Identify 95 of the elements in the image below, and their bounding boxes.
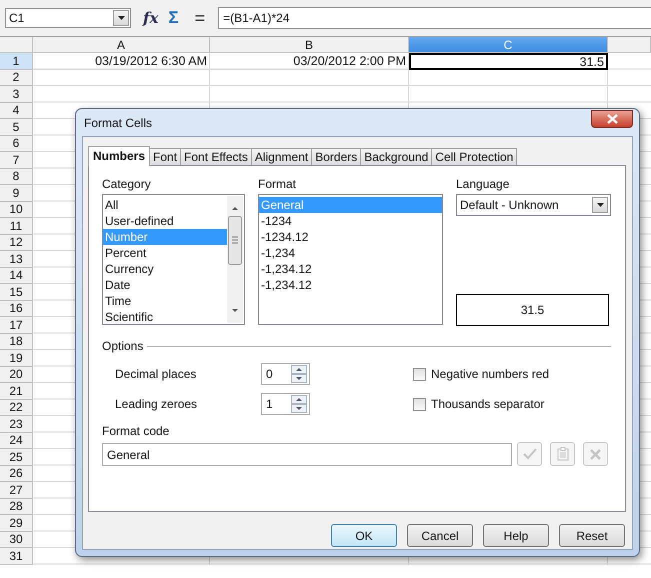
list-item[interactable]: -1,234.12 (259, 277, 442, 293)
dialog-button[interactable]: Reset (559, 524, 625, 547)
list-item[interactable]: Percent (103, 245, 227, 261)
scrollbar[interactable] (227, 196, 243, 323)
row-header[interactable]: 2 (0, 70, 33, 86)
table-cell: 03/19/2012 6:30 AM (33, 53, 210, 70)
check-icon (522, 448, 536, 460)
field-label: Decimal places (115, 367, 198, 381)
checkbox-label: Thousands separator (431, 397, 544, 411)
row-header[interactable]: 3 (0, 86, 33, 102)
row-header[interactable]: 9 (0, 185, 33, 202)
row-header[interactable]: 14 (0, 268, 33, 284)
tab[interactable]: Font (149, 148, 182, 165)
dropdown-button[interactable] (592, 197, 608, 213)
spin-arrows-icon[interactable] (291, 365, 307, 383)
row-header[interactable]: 7 (0, 152, 33, 168)
column-header[interactable]: B (210, 37, 409, 53)
formula-input[interactable]: =(B1-A1)*24 (218, 7, 651, 29)
clipboard-icon (556, 447, 568, 461)
row-header[interactable]: 10 (0, 202, 33, 218)
row-header[interactable]: 21 (0, 383, 33, 400)
row-header[interactable]: 25 (0, 449, 33, 466)
list-item[interactable]: Time (103, 293, 227, 309)
row-header[interactable]: 15 (0, 284, 33, 300)
dialog-button[interactable]: Help (483, 524, 549, 547)
list-item[interactable]: -1234 (259, 213, 442, 229)
function-wizard-button[interactable]: fx (143, 8, 158, 28)
caret-icon (596, 203, 604, 207)
list-item[interactable]: User-defined (103, 213, 227, 229)
row-header[interactable]: 11 (0, 218, 33, 234)
row-header[interactable]: 6 (0, 136, 33, 152)
row-header[interactable]: 18 (0, 334, 33, 350)
close-button[interactable] (591, 110, 633, 128)
row-header[interactable]: 5 (0, 119, 33, 136)
field-label: Format code (102, 423, 170, 440)
row-header[interactable]: 1 (0, 53, 33, 70)
formula-button[interactable]: = (194, 8, 206, 28)
row-header[interactable]: 29 (0, 515, 33, 532)
row-header[interactable]: 28 (0, 498, 33, 515)
spin-arrows-icon[interactable] (291, 395, 307, 413)
list-box[interactable]: General -1234 -1234.12 -1,234 -1,234.12 -1,234.12 (258, 194, 443, 325)
tab[interactable]: Font Effects (180, 148, 252, 165)
row-header[interactable]: 20 (0, 366, 33, 383)
row-header[interactable]: 31 (0, 548, 33, 564)
list-item[interactable]: Scientific (103, 309, 227, 325)
checkbox[interactable] (413, 398, 426, 410)
field-label: Language (456, 176, 510, 193)
table-cell: 03/20/2012 2:00 PM (210, 53, 409, 70)
row-header[interactable]: 19 (0, 350, 33, 366)
checkbox-label: Negative numbers red (431, 367, 550, 381)
checkbox[interactable] (413, 368, 426, 380)
row-header[interactable]: 27 (0, 482, 33, 498)
row-header[interactable]: 16 (0, 300, 33, 317)
dialog-button[interactable]: OK (331, 524, 397, 547)
list-item[interactable]: -1,234 (259, 245, 442, 261)
list-item[interactable]: -1,234.12 (259, 261, 442, 277)
row-header[interactable]: 30 (0, 532, 33, 548)
row-header[interactable]: 13 (0, 251, 33, 268)
tab[interactable]: Alignment (250, 148, 312, 165)
caret-icon (118, 16, 124, 20)
row-header[interactable]: 23 (0, 416, 33, 432)
tab[interactable]: Cell Protection (431, 148, 518, 165)
field-label: Format (258, 176, 298, 193)
section-label: Options (102, 339, 144, 353)
list-box[interactable]: All User-defined Number Percent Currency Date Time Scientific (102, 194, 245, 325)
list-item[interactable]: All (103, 197, 227, 213)
row-header[interactable]: 22 (0, 400, 33, 416)
dialog-button[interactable]: Cancel (407, 524, 473, 547)
format-code-field[interactable]: General (102, 442, 512, 466)
list-item[interactable]: -1234.12 (259, 229, 442, 245)
delete-icon (590, 448, 601, 460)
row-header[interactable]: 17 (0, 317, 33, 334)
active-cell: 31.5 (409, 53, 608, 70)
list-item[interactable]: Currency (103, 261, 227, 277)
row-header[interactable]: 12 (0, 234, 33, 251)
spin-field[interactable]: 0 (261, 363, 310, 385)
spin-field[interactable]: 1 (261, 393, 310, 415)
window-title: Format Cells (83, 116, 152, 130)
row-header[interactable]: 24 (0, 432, 33, 449)
row-header[interactable]: 8 (0, 168, 33, 185)
tab[interactable]: Numbers (88, 146, 150, 166)
column-header[interactable]: A (33, 37, 210, 53)
language-dropdown[interactable]: Default - Unknown (456, 194, 611, 216)
field-label: Category (102, 176, 152, 193)
list-item[interactable]: Date (103, 277, 227, 293)
close-icon (606, 114, 618, 124)
field-label: Leading zeroes (115, 397, 198, 411)
dropdown-button[interactable] (113, 10, 129, 26)
preview-box: 31.5 (456, 294, 609, 326)
sum-button[interactable]: Σ (168, 8, 179, 28)
name-box[interactable]: C1 (5, 8, 131, 28)
row-header[interactable]: 4 (0, 102, 33, 119)
tab[interactable]: Borders (311, 148, 362, 165)
tab[interactable]: Background (360, 148, 432, 165)
row-header[interactable]: 26 (0, 466, 33, 482)
